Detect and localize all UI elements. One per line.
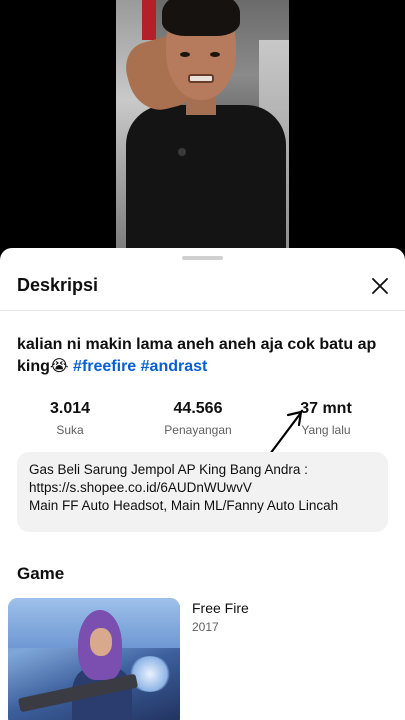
description-link[interactable]: https://s.shopee.co.id/6AUDnWUwvV <box>29 479 376 497</box>
description-line: Gas Beli Sarung Jempol AP King Bang Andr… <box>29 462 308 477</box>
close-icon <box>372 278 388 294</box>
close-button[interactable] <box>362 272 398 300</box>
hashtag-link[interactable]: #freefire <box>73 358 136 375</box>
game-section-heading: Game <box>17 564 65 583</box>
description-box: Gas Beli Sarung Jempol AP King Bang Andr… <box>17 452 388 532</box>
person-hair <box>162 0 240 36</box>
stat-likes: 3.014 Suka <box>10 399 130 439</box>
video-title: kalian ni makin lama aneh aneh aja cok b… <box>17 334 389 378</box>
sheet-title: Deskripsi <box>17 275 99 295</box>
stat-value: 44.566 <box>173 400 223 417</box>
description-sheet: Deskripsi kalian ni makin lama aneh aneh… <box>0 248 405 720</box>
person-shirt <box>126 105 286 250</box>
video-stats: 3.014 Suka 44.566 Penayangan 37 mnt Yang… <box>0 399 405 441</box>
chair-accent <box>142 0 156 40</box>
game-art-character-face <box>90 628 112 656</box>
person-eye <box>210 52 220 57</box>
game-title[interactable]: Free Fire <box>192 600 249 616</box>
game-year: 2017 <box>192 620 219 634</box>
person-eye <box>180 52 190 57</box>
hashtag-link[interactable]: #andrast <box>141 358 208 375</box>
header-divider <box>0 310 405 311</box>
drag-handle[interactable] <box>182 256 223 260</box>
person-mouth <box>188 74 214 83</box>
arrow-annotation-icon <box>268 410 303 456</box>
stat-label: Penayangan <box>164 423 232 437</box>
description-line: Main FF Auto Headsot, Main ML/Fanny Auto… <box>29 498 339 513</box>
stat-views: 44.566 Penayangan <box>138 399 258 439</box>
clip-mic <box>178 148 186 156</box>
game-thumbnail[interactable] <box>8 598 180 720</box>
video-frame <box>116 0 289 250</box>
stat-label: Suka <box>56 423 84 437</box>
stat-value: 3.014 <box>49 400 91 417</box>
video-player[interactable] <box>0 0 405 250</box>
